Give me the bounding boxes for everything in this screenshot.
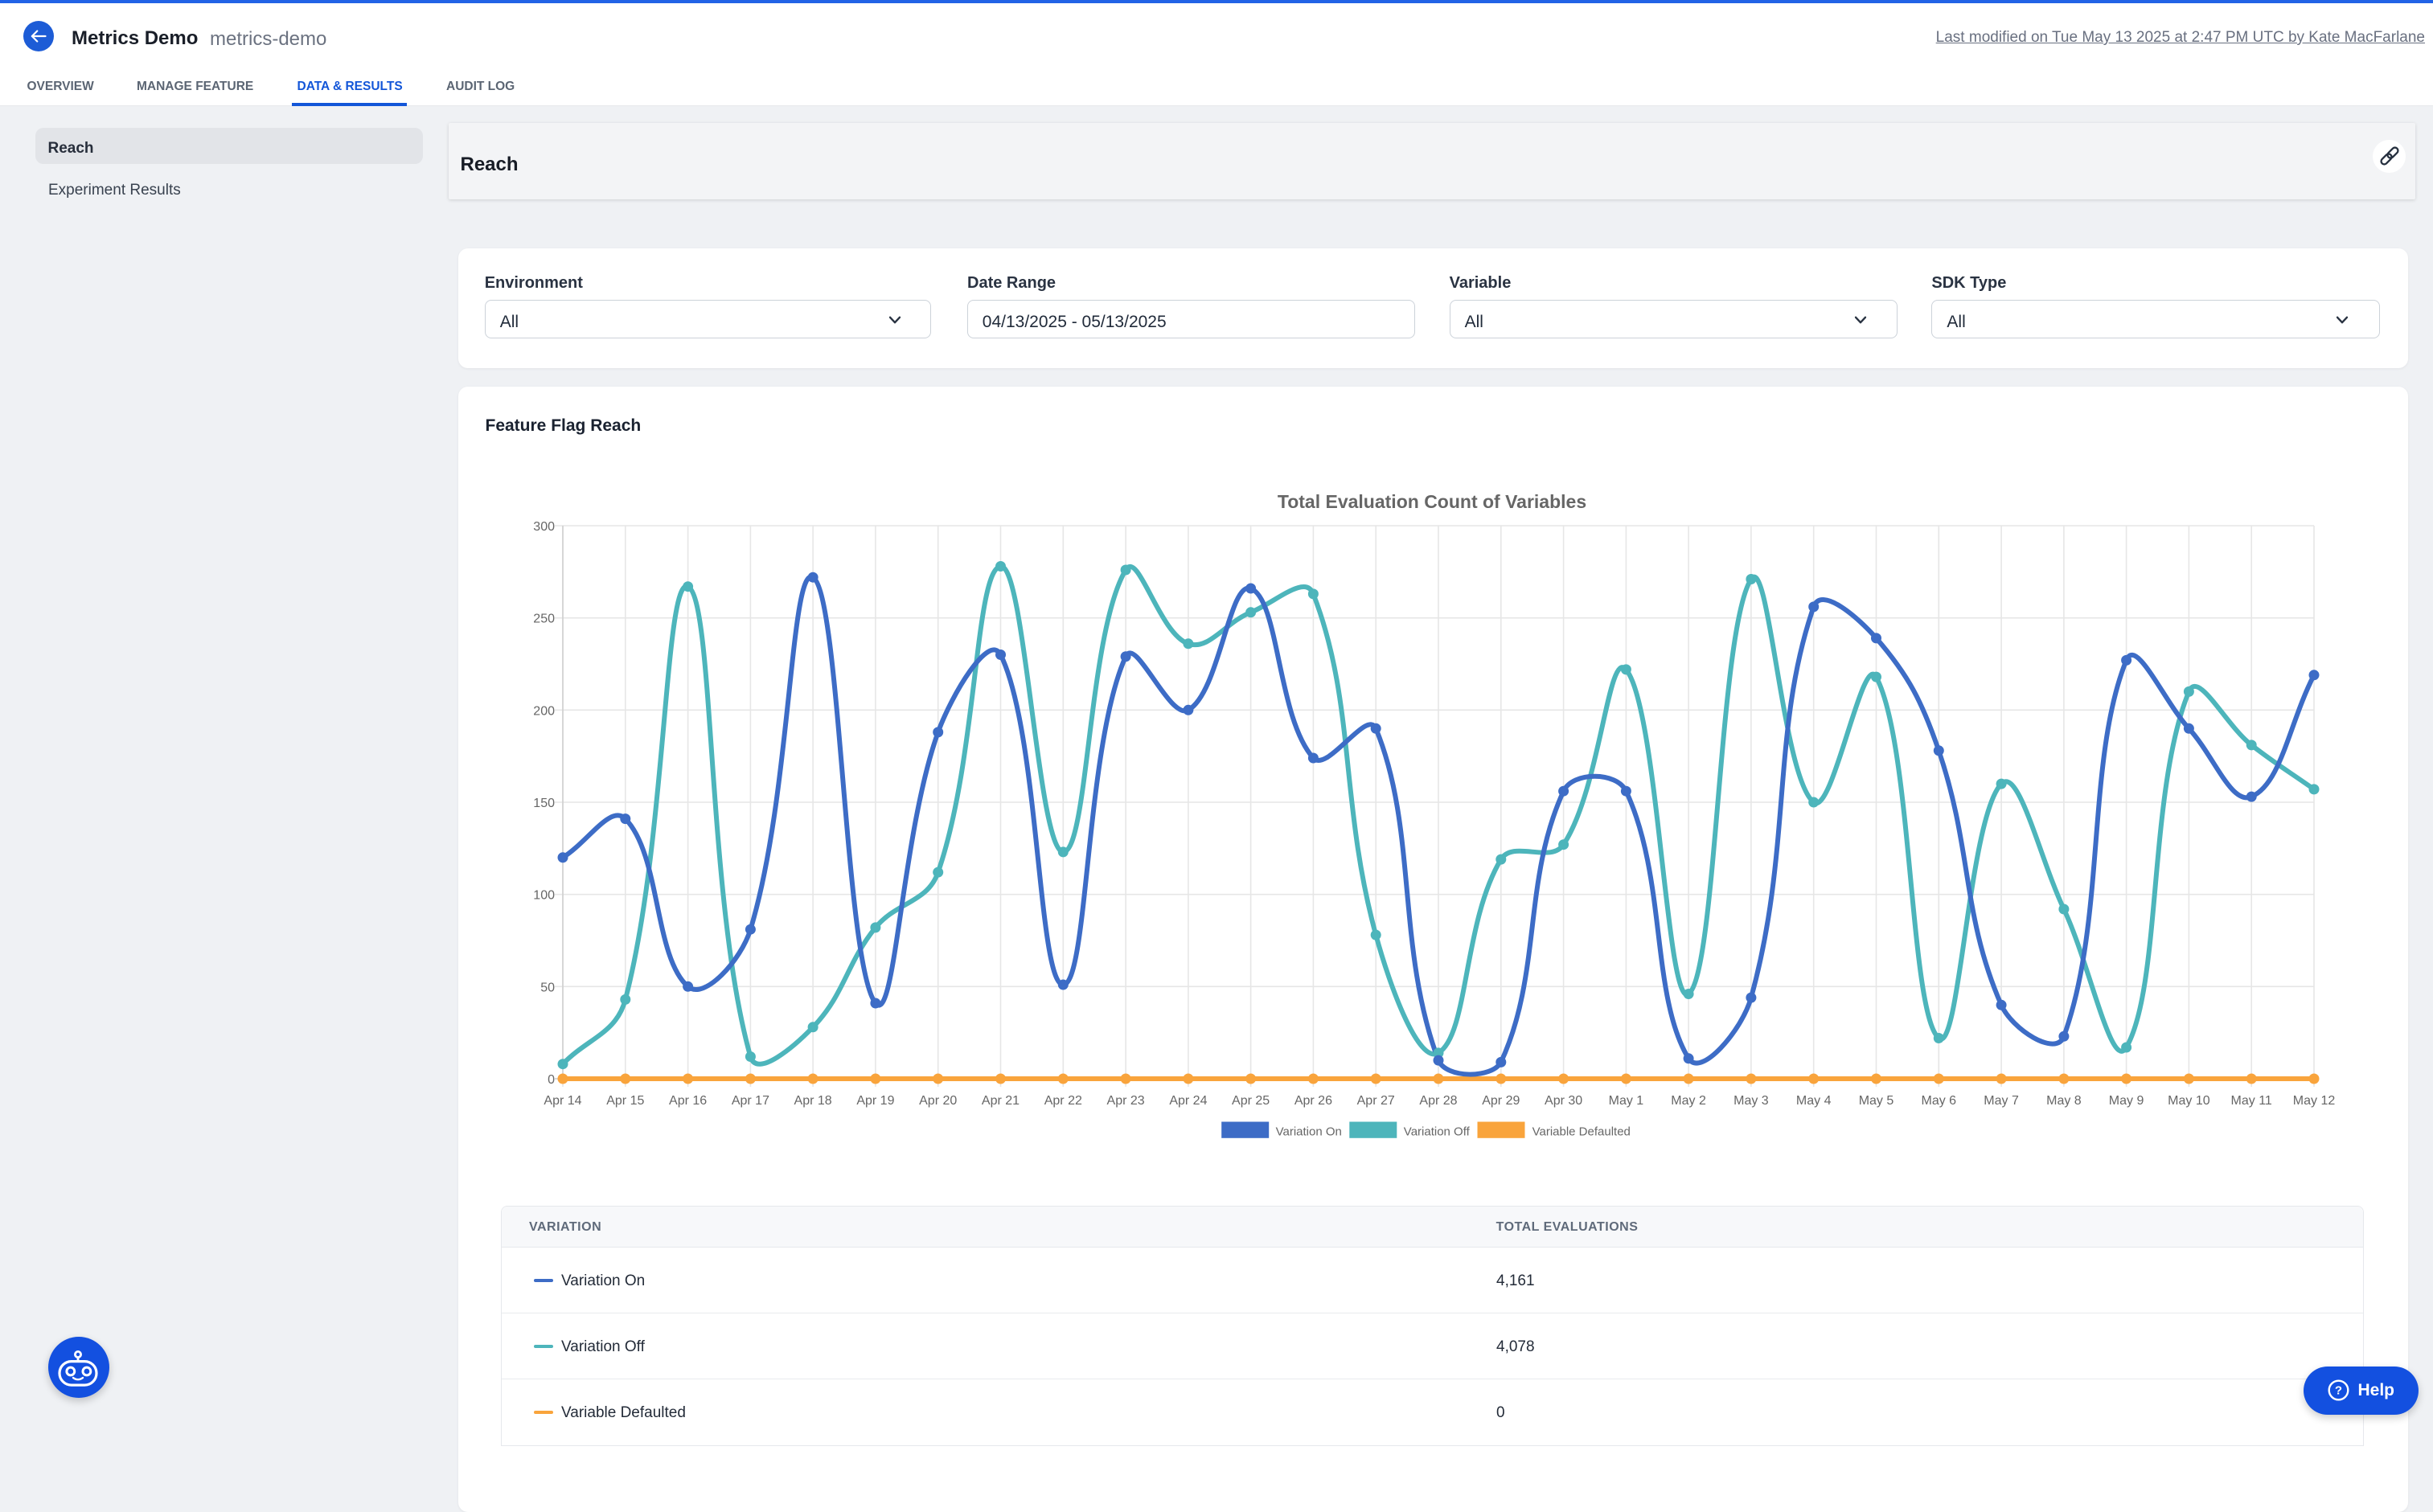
svg-text:Apr 23: Apr 23 xyxy=(1107,1094,1145,1108)
svg-text:Variation Off: Variation Off xyxy=(1404,1125,1471,1139)
svg-text:May 12: May 12 xyxy=(2293,1094,2336,1108)
svg-text:Apr 25: Apr 25 xyxy=(1232,1094,1270,1108)
svg-text:200: 200 xyxy=(533,704,555,718)
svg-text:150: 150 xyxy=(533,797,555,810)
svg-text:May 9: May 9 xyxy=(2109,1094,2144,1108)
svg-text:May 11: May 11 xyxy=(2231,1094,2272,1108)
svg-text:Variation On: Variation On xyxy=(1276,1125,1342,1139)
svg-text:May 8: May 8 xyxy=(2046,1094,2082,1108)
svg-text:Apr 29: Apr 29 xyxy=(1482,1094,1520,1108)
svg-text:Apr 28: Apr 28 xyxy=(1419,1094,1457,1108)
svg-text:May 1: May 1 xyxy=(1609,1094,1644,1108)
svg-text:Apr 30: Apr 30 xyxy=(1545,1094,1582,1108)
svg-text:May 7: May 7 xyxy=(1984,1094,2019,1108)
svg-text:Apr 27: Apr 27 xyxy=(1357,1094,1395,1108)
svg-text:Apr 21: Apr 21 xyxy=(982,1094,1020,1108)
svg-text:Apr 19: Apr 19 xyxy=(856,1094,894,1108)
svg-text:50: 50 xyxy=(540,981,555,994)
svg-text:May 5: May 5 xyxy=(1859,1094,1894,1108)
svg-text:Apr 15: Apr 15 xyxy=(606,1094,644,1108)
svg-text:Total Evaluation Count of Vari: Total Evaluation Count of Variables xyxy=(1278,491,1586,512)
svg-text:100: 100 xyxy=(533,889,555,903)
svg-text:?: ? xyxy=(2335,1384,2342,1398)
svg-text:Apr 22: Apr 22 xyxy=(1044,1094,1082,1108)
svg-text:250: 250 xyxy=(533,613,555,626)
svg-text:May 3: May 3 xyxy=(1733,1094,1769,1108)
svg-text:May 10: May 10 xyxy=(2168,1094,2210,1108)
svg-text:Variable Defaulted: Variable Defaulted xyxy=(1532,1125,1631,1139)
svg-text:300: 300 xyxy=(533,520,555,534)
svg-text:Apr 20: Apr 20 xyxy=(919,1094,957,1108)
svg-text:Apr 17: Apr 17 xyxy=(732,1094,769,1108)
svg-text:Apr 16: Apr 16 xyxy=(669,1094,707,1108)
svg-text:Apr 26: Apr 26 xyxy=(1294,1094,1332,1108)
svg-text:May 4: May 4 xyxy=(1796,1094,1832,1108)
svg-text:Apr 18: Apr 18 xyxy=(794,1094,832,1108)
svg-text:Apr 14: Apr 14 xyxy=(544,1094,581,1108)
svg-text:0: 0 xyxy=(548,1073,555,1087)
svg-text:May 2: May 2 xyxy=(1671,1094,1706,1108)
svg-text:May 6: May 6 xyxy=(1922,1094,1957,1108)
svg-text:Apr 24: Apr 24 xyxy=(1169,1094,1207,1108)
